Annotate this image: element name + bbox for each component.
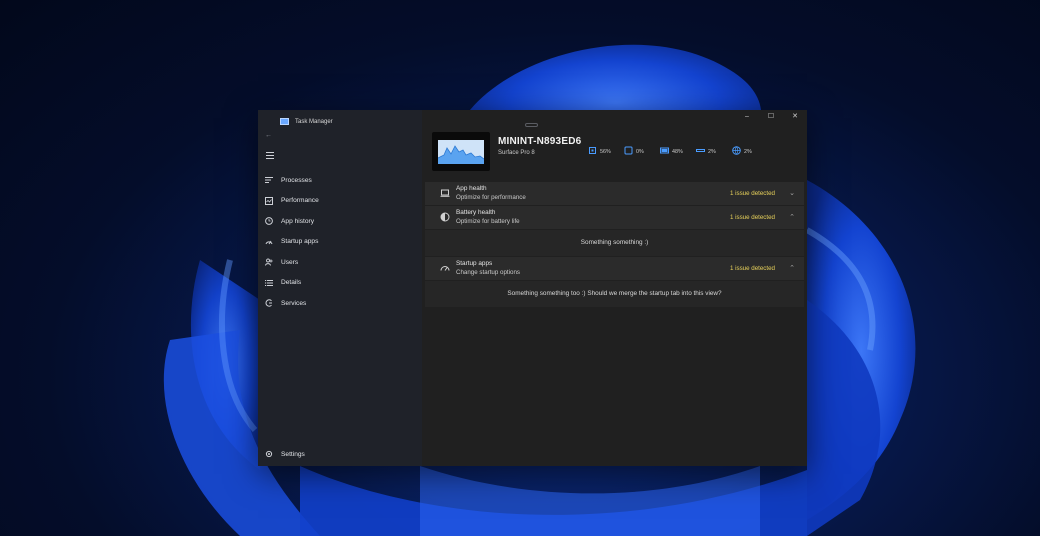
disk-icon xyxy=(660,146,669,155)
sidebar-item-label: Startup apps xyxy=(281,238,319,246)
cpu-icon xyxy=(588,146,597,155)
sidebar-item-label: Details xyxy=(281,279,302,287)
memory-icon xyxy=(624,146,633,155)
metric-cpu[interactable]: 56% xyxy=(588,146,624,155)
chevron-up-icon[interactable]: ⌃ xyxy=(789,264,795,272)
sidebar-item-startup-apps[interactable]: Startup apps xyxy=(258,232,422,253)
laptop-icon xyxy=(440,188,450,198)
metric-value: 48% xyxy=(672,149,683,155)
chevron-up-icon[interactable]: ⌃ xyxy=(789,213,795,221)
status-badge: 1 issue detected xyxy=(729,214,775,221)
history-icon xyxy=(265,217,273,226)
maximize-button[interactable]: ☐ xyxy=(759,110,783,122)
machine-model: Surface Pro 8 xyxy=(498,150,535,156)
task-manager-window: Task Manager ← Processes Performance App… xyxy=(258,110,807,466)
task-manager-app-icon xyxy=(280,118,289,125)
sidebar-nav: Processes Performance App history Startu… xyxy=(258,170,422,314)
titlebar: Task Manager xyxy=(280,118,333,125)
sidebar-item-services[interactable]: Services xyxy=(258,293,422,314)
back-arrow-icon[interactable]: ← xyxy=(265,132,272,139)
network-icon xyxy=(696,146,705,155)
card-startup-apps-details: Something something too :) Should we mer… xyxy=(425,281,804,307)
battery-icon xyxy=(440,212,450,222)
sidebar: Task Manager ← Processes Performance App… xyxy=(258,110,422,466)
startup-icon xyxy=(265,238,273,246)
sidebar-item-users[interactable]: Users xyxy=(258,252,422,273)
sidebar-item-processes[interactable]: Processes xyxy=(258,170,422,191)
machine-name: MININT-N893ED6 xyxy=(498,136,582,147)
metric-value: 56% xyxy=(600,149,611,155)
services-icon xyxy=(265,299,273,307)
startup-icon xyxy=(440,263,450,273)
sidebar-item-details[interactable]: Details xyxy=(258,273,422,294)
card-subtitle: Optimize for performance xyxy=(456,194,526,201)
metric-disk[interactable]: 48% xyxy=(660,146,696,155)
metric-value: 2% xyxy=(744,149,752,155)
globe-icon xyxy=(732,146,741,155)
hamburger-menu-icon[interactable] xyxy=(266,152,274,161)
card-battery-health-details: Something something :) xyxy=(425,230,804,256)
sidebar-item-label: Performance xyxy=(281,197,319,205)
metric-value: 2% xyxy=(708,149,716,155)
minimize-button[interactable]: – xyxy=(735,110,759,122)
window-controls: – ☐ ✕ xyxy=(735,110,807,122)
metrics-strip: 56% 0% 48% 2% 2% xyxy=(588,146,768,155)
status-badge: 1 issue detected xyxy=(729,265,775,272)
sidebar-item-label: Services xyxy=(281,299,307,307)
sidebar-item-performance[interactable]: Performance xyxy=(258,191,422,212)
card-startup-apps[interactable]: Startup apps Change startup options 1 is… xyxy=(425,257,804,280)
status-badge: 1 issue detected xyxy=(729,190,775,197)
metric-memory[interactable]: 0% xyxy=(624,146,660,155)
sidebar-item-label: Processes xyxy=(281,176,312,184)
metric-value: 0% xyxy=(636,149,644,155)
users-icon xyxy=(265,258,273,266)
chevron-down-icon[interactable]: ⌄ xyxy=(789,189,795,197)
drag-handle[interactable] xyxy=(525,123,538,127)
card-title: Battery health xyxy=(456,209,496,216)
metric-network[interactable]: 2% xyxy=(696,146,732,155)
card-subtitle: Optimize for battery life xyxy=(456,218,520,225)
sidebar-item-settings[interactable]: Settings xyxy=(265,448,305,460)
sidebar-item-label: Users xyxy=(281,258,299,266)
card-title: App health xyxy=(456,185,487,192)
performance-icon xyxy=(265,196,273,205)
card-app-health[interactable]: App health Optimize for performance 1 is… xyxy=(425,182,804,205)
settings-label: Settings xyxy=(281,450,305,458)
window-title: Task Manager xyxy=(295,118,333,125)
card-subtitle: Change startup options xyxy=(456,269,520,276)
device-header: MININT-N893ED6 Surface Pro 8 56% 0% 48% … xyxy=(432,132,797,176)
details-text: Something something :) xyxy=(580,239,649,246)
close-button[interactable]: ✕ xyxy=(783,110,807,122)
sidebar-item-app-history[interactable]: App history xyxy=(258,211,422,232)
main-panel: – ☐ ✕ MININT-N893ED6 Surface Pro 8 56% 0… xyxy=(422,110,807,466)
sidebar-item-label: App history xyxy=(281,217,314,225)
health-list: App health Optimize for performance 1 is… xyxy=(425,182,804,308)
gear-icon xyxy=(265,450,273,458)
details-text: Something something too :) Should we mer… xyxy=(507,290,722,297)
list-icon xyxy=(265,176,273,184)
card-title: Startup apps xyxy=(456,260,493,267)
card-battery-health[interactable]: Battery health Optimize for battery life… xyxy=(425,206,804,229)
metric-gpu[interactable]: 2% xyxy=(732,146,768,155)
device-thumbnail xyxy=(432,132,490,171)
details-icon xyxy=(265,279,273,287)
